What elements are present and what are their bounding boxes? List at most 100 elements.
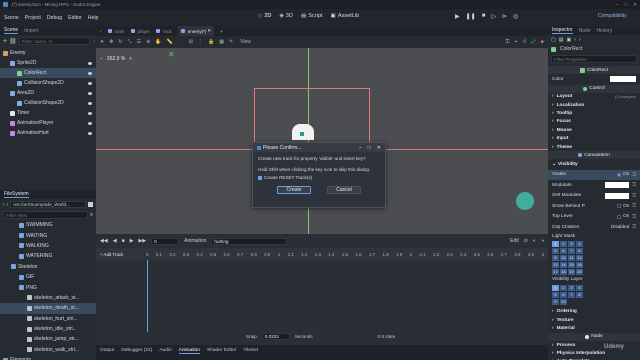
filesystem-item[interactable]: skeleton_jump_str... — [0, 334, 96, 344]
move-tool-icon[interactable]: ✥ — [109, 39, 113, 45]
filesystem-item[interactable]: skeleton_attack_st... — [0, 293, 96, 303]
sort-icon[interactable]: ≡ — [90, 212, 93, 218]
bottom-tab[interactable]: TileSet — [243, 348, 258, 353]
onion-icon[interactable]: ◐ — [533, 238, 536, 244]
property-value[interactable] — [605, 182, 630, 189]
scene-node[interactable]: Timer — [0, 108, 96, 118]
filesystem-filter-input[interactable] — [3, 211, 89, 219]
timeline-ruler[interactable]: 0 0.1 0.2 0.3 0.4 0.5 0.6 0.7 0.8 0.9 1 1.1 1.2 1.3 1.… — [146, 252, 548, 257]
tab-node[interactable]: Node — [579, 28, 591, 34]
movie-icon[interactable]: ◎ — [513, 13, 518, 20]
pivot-tool-icon[interactable]: ⊕ — [146, 39, 150, 45]
scene-node[interactable]: CollisionShape2D — [0, 78, 96, 88]
inspector-section[interactable]: › Localization — [548, 101, 640, 109]
keyframe-icon[interactable]: ⚿ — [632, 172, 636, 178]
filesystem-item[interactable]: PNG — [0, 282, 96, 292]
layer-bit[interactable]: 4 — [576, 240, 583, 247]
history-forward-icon[interactable]: › — [579, 37, 581, 43]
filesystem-item[interactable]: skeleton_walk_stri... — [0, 345, 96, 355]
layer-bit[interactable]: 2 — [560, 284, 567, 291]
keyframe-icon[interactable]: ⚿ — [632, 214, 636, 220]
menu-editor[interactable]: Editor — [68, 15, 82, 21]
property-value[interactable]: On — [616, 172, 629, 177]
save-resource-icon[interactable]: ▣ — [566, 37, 571, 43]
grid-icon[interactable]: ⋮ — [198, 39, 203, 45]
filesystem-item[interactable]: WAITING — [0, 230, 96, 240]
link-icon[interactable]: ⛓ — [9, 38, 17, 45]
filesystem-item[interactable]: Elements — [0, 355, 96, 360]
layer-bit[interactable]: 7 — [568, 247, 575, 254]
scale-key-icon[interactable]: ⤢ — [531, 39, 535, 45]
layer-bit[interactable]: 2 — [560, 240, 567, 247]
tab-import[interactable]: Import — [24, 28, 38, 34]
keyframe-icon[interactable]: ⚿ — [632, 224, 636, 230]
color-swatch[interactable] — [605, 182, 630, 189]
scene-node[interactable]: CollisionShape2D — [0, 98, 96, 108]
stop-anim-icon[interactable]: ■ — [122, 238, 125, 244]
layer-bit[interactable]: 10 — [560, 298, 567, 305]
layer-bit[interactable]: 4 — [576, 284, 583, 291]
edit-button[interactable]: Edit — [510, 238, 519, 244]
menu-debug[interactable]: Debug — [47, 15, 62, 21]
layer-bit[interactable]: 15 — [568, 261, 575, 268]
add-scene-tab-icon[interactable]: + — [220, 29, 223, 34]
ghost-icon[interactable]: ◑ — [541, 238, 544, 244]
bottom-tab[interactable]: Audio — [159, 348, 171, 353]
visibility-eye-icon[interactable] — [88, 71, 92, 75]
layer-bit[interactable]: 11 — [568, 254, 575, 261]
inspector-section[interactable]: › Mouse — [548, 126, 640, 134]
inspector-section[interactable]: › Input — [548, 134, 640, 142]
play-back-icon[interactable]: ◀ — [113, 238, 117, 244]
playhead-marker[interactable] — [147, 260, 148, 332]
layer-bit[interactable]: 3 — [568, 240, 575, 247]
layer-bit[interactable]: 1 — [552, 240, 559, 247]
layer-bit[interactable]: 5 — [552, 247, 559, 254]
layer-bit[interactable]: 9 — [552, 298, 559, 305]
light-mask-bits[interactable]: 1 2 3 4 5 6 7 8 9 10 11 12 13 14 15 16 17 18 19 20 — [548, 240, 592, 275]
scene-tab[interactable]: main — [107, 29, 125, 34]
bottom-tab[interactable]: Output — [100, 348, 114, 353]
visibility-eye-icon[interactable] — [88, 91, 92, 95]
forward-arrow-icon[interactable]: › — [7, 202, 9, 208]
visibility-eye-icon[interactable] — [88, 61, 92, 65]
inspector-section[interactable]: › Tooltip — [548, 109, 640, 117]
layer-bit[interactable]: 3 — [568, 284, 575, 291]
mode-3d-button[interactable]: ◈ 3D — [279, 13, 292, 19]
layer-bit[interactable]: 1 — [552, 284, 559, 291]
back-arrow-icon[interactable]: ‹ — [3, 202, 5, 208]
bottom-tab[interactable]: Animation — [178, 348, 200, 354]
filesystem-item[interactable]: WATERING — [0, 251, 96, 261]
color-swatch[interactable] — [610, 76, 636, 83]
layer-bit[interactable]: 20 — [576, 268, 583, 275]
ruler-tool-icon[interactable]: 📏 — [167, 39, 173, 45]
play-end-icon[interactable]: ▶▶ — [138, 238, 146, 244]
layer-bit[interactable]: 13 — [552, 261, 559, 268]
key-icon[interactable]: ⚿ — [506, 39, 510, 45]
property-value[interactable]: On — [616, 204, 629, 209]
play-custom-icon[interactable]: ⊳ — [502, 13, 507, 20]
layer-bit[interactable]: 10 — [560, 254, 567, 261]
play-backwards-icon[interactable]: ◀◀ — [100, 238, 108, 244]
maximize-icon[interactable]: □ — [625, 2, 628, 8]
menu-scene[interactable]: Scene — [4, 15, 19, 21]
color-swatch[interactable] — [605, 192, 630, 199]
mode-assetlib-button[interactable]: ▣ AssetLib — [331, 13, 360, 19]
property-value[interactable] — [605, 192, 630, 199]
layer-bit[interactable]: 5 — [552, 291, 559, 298]
rotate-tool-icon[interactable]: ↻ — [118, 39, 122, 45]
snap-value-field[interactable]: 0.0333 — [261, 333, 290, 340]
rotation-key-icon[interactable]: ↺ — [522, 39, 526, 45]
layer-bit[interactable]: 9 — [552, 254, 559, 261]
dialog-minimize-icon[interactable]: – — [359, 145, 362, 151]
filesystem-item[interactable]: skeleton_death_st... — [0, 303, 96, 314]
play-scene-icon[interactable]: ▷ — [491, 13, 496, 20]
zoom-out-icon[interactable]: − — [100, 56, 103, 62]
filesystem-item[interactable]: GIF — [0, 272, 96, 282]
close-icon[interactable]: ✕ — [633, 2, 637, 8]
layer-bit[interactable]: 16 — [576, 261, 583, 268]
animation-label[interactable]: Animation — [184, 238, 206, 244]
property-filter-input[interactable] — [551, 55, 637, 63]
layer-bit[interactable]: 6 — [560, 291, 567, 298]
visibility-eye-icon[interactable] — [88, 101, 92, 105]
zoom-in-icon[interactable]: + — [129, 56, 132, 62]
